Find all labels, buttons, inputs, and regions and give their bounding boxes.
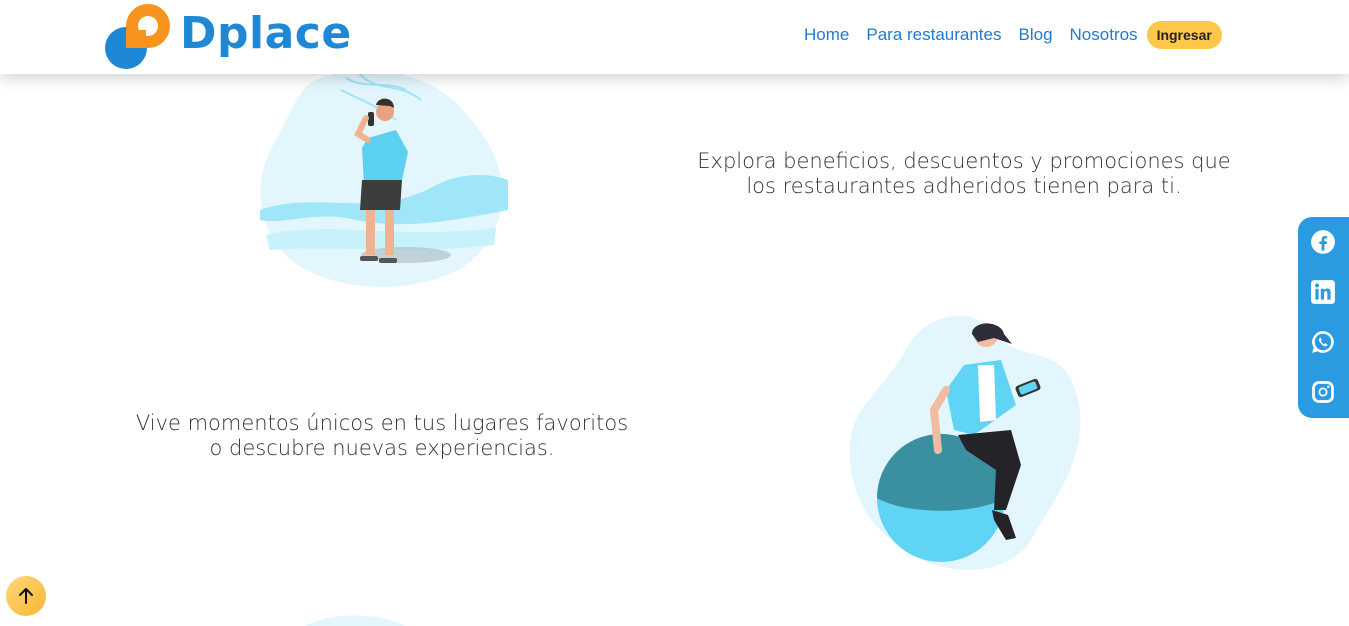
whatsapp-icon[interactable]	[1310, 329, 1336, 355]
feature-text-momentos: Vive momentos únicos en tus lugares favo…	[135, 411, 629, 460]
logo-mark-icon	[105, 4, 170, 69]
instagram-icon[interactable]	[1310, 379, 1336, 405]
nav-para-restaurantes[interactable]: Para restaurantes	[866, 25, 1001, 45]
scroll-to-top-button[interactable]	[6, 576, 46, 616]
main-nav: Home Para restaurantes Blog Nosotros Ing…	[804, 19, 1239, 51]
linkedin-icon[interactable]	[1310, 279, 1336, 305]
nav-home[interactable]: Home	[804, 25, 849, 45]
sitting-person-illustration	[849, 315, 1081, 570]
nav-blog[interactable]: Blog	[1019, 25, 1053, 45]
next-illustration-peek	[305, 615, 405, 626]
brand-logo[interactable]: Dplace	[104, 2, 354, 72]
social-sidebar	[1298, 217, 1349, 418]
site-header: Dplace Home Para restaurantes Blog Nosot…	[0, 0, 1349, 74]
facebook-icon[interactable]	[1310, 229, 1336, 255]
arrow-up-icon	[19, 588, 33, 604]
beach-person-illustration	[260, 69, 508, 287]
feature-text-promociones: Explora beneficios, descuentos y promoci…	[697, 149, 1231, 198]
brand-name: Dplace	[180, 8, 352, 59]
login-button[interactable]: Ingresar	[1146, 21, 1222, 49]
nav-nosotros[interactable]: Nosotros	[1070, 25, 1138, 45]
